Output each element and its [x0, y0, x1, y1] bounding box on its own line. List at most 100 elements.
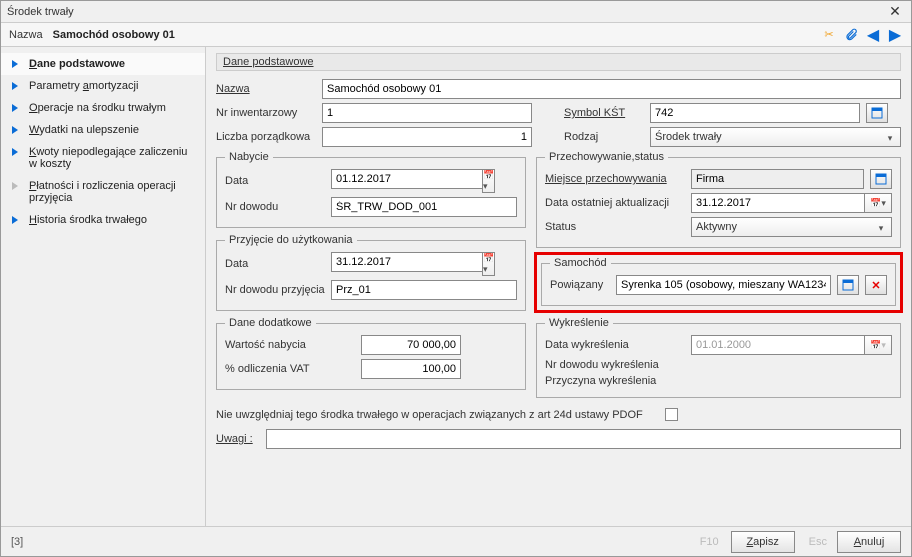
cancel-button[interactable]: Anuluj — [837, 531, 901, 553]
przyjecie-nrdow-input[interactable] — [331, 280, 517, 300]
sidebar-item-parametry-amortyzacji[interactable]: Parametry amortyzacji — [1, 75, 205, 97]
sidebar-item-label: Operacje na środku trwałym — [29, 102, 166, 114]
dataakt-input[interactable] — [691, 193, 864, 213]
rodzaj-dropdown[interactable]: Środek trwały ▾ — [650, 127, 901, 147]
exclude-label: Nie uwzględniaj tego środka trwałego w o… — [216, 409, 643, 421]
miejsce-lookup-button[interactable] — [870, 169, 892, 189]
wyk-przyczyna-label: Przyczyna wykreślenia — [545, 375, 685, 387]
body: Dane podstawowe Parametry amortyzacji Op… — [1, 47, 911, 526]
calendar-icon[interactable]: 📅▾ — [864, 193, 892, 213]
footer-left: [3] — [11, 536, 700, 548]
liczba-input[interactable] — [322, 127, 532, 147]
header-row: Nazwa Samochód osobowy 01 ✂ ◀ ▶ — [1, 23, 911, 47]
rodzaj-label: Rodzaj — [564, 131, 644, 143]
nrinw-label: Nr inwentarzowy — [216, 107, 316, 119]
wykreslenie-group: Wykreślenie Data wykreślenia 📅▾ Nr dowod… — [536, 317, 901, 398]
przyjecie-data-label: Data — [225, 258, 325, 270]
vat-label: % odliczenia VAT — [225, 363, 355, 375]
status-value: Aktywny — [696, 221, 737, 233]
nabycie-nrdow-label: Nr dowodu — [225, 201, 325, 213]
triangle-icon — [12, 148, 18, 156]
save-button[interactable]: Zapisz — [731, 531, 795, 553]
nrinw-input[interactable] — [322, 103, 532, 123]
footer: [3] F10 Zapisz Esc Anuluj — [1, 526, 911, 556]
triangle-icon — [12, 182, 18, 190]
chevron-down-icon: ▾ — [874, 221, 888, 235]
wartosc-input[interactable] — [361, 335, 461, 355]
close-icon[interactable]: ✕ — [885, 3, 905, 21]
samochod-highlight: Samochód Powiązany ✕ — [534, 252, 903, 313]
nabycie-group: Nabycie Data 📅▾ Nr dowodu — [216, 151, 526, 228]
sidebar-item-label: Kwoty niepodlegające zaliczeniu w koszty — [29, 146, 187, 170]
wartosc-label: Wartość nabycia — [225, 339, 355, 351]
symbol-input[interactable] — [650, 103, 860, 123]
wyk-data-label: Data wykreślenia — [545, 339, 685, 351]
calendar-icon: 📅▾ — [864, 335, 892, 355]
titlebar: Środek trwały ✕ — [1, 1, 911, 23]
header-value: Samochód osobowy 01 — [53, 29, 821, 41]
nabycie-data-input[interactable] — [331, 169, 482, 189]
liczba-label: Liczba porządkowa — [216, 131, 316, 143]
wyk-data-input — [691, 335, 864, 355]
wykreslenie-legend: Wykreślenie — [545, 317, 613, 329]
sidebar-item-wydatki[interactable]: Wydatki na ulepszenie — [1, 119, 205, 141]
sidebar-item-platnosci[interactable]: Płatności i rozliczenia operacji przyjęc… — [1, 175, 205, 209]
window: Środek trwały ✕ Nazwa Samochód osobowy 0… — [0, 0, 912, 557]
header-tools: ✂ ◀ ▶ — [821, 27, 903, 43]
exclude-checkbox[interactable] — [665, 408, 678, 421]
samochod-group: Samochód Powiązany ✕ — [541, 257, 896, 306]
sidebar-item-label: Parametry amortyzacji — [29, 80, 138, 92]
powiazany-lookup-button[interactable] — [837, 275, 859, 295]
next-record-icon[interactable]: ▶ — [887, 27, 903, 43]
uwagi-input[interactable] — [266, 429, 901, 449]
triangle-icon — [12, 216, 18, 224]
sidebar-item-operacje[interactable]: Operacje na środku trwałym — [1, 97, 205, 119]
powiazany-input[interactable] — [616, 275, 831, 295]
przechow-legend: Przechowywanie,status — [545, 151, 668, 163]
przyjecie-nrdow-label: Nr dowodu przyjęcia — [225, 284, 325, 296]
triangle-icon — [12, 82, 18, 90]
dodatkowe-group: Dane dodatkowe Wartość nabycia % odlicze… — [216, 317, 526, 390]
triangle-icon — [12, 126, 18, 134]
attachment-icon[interactable] — [843, 27, 859, 43]
prev-record-icon[interactable]: ◀ — [865, 27, 881, 43]
calendar-icon[interactable]: 📅▾ — [482, 169, 495, 193]
sidebar-item-historia[interactable]: Historia środka trwałego — [1, 209, 205, 231]
uwagi-label: Uwagi : — [216, 433, 260, 445]
triangle-icon — [12, 60, 18, 68]
sidebar-item-label: Płatności i rozliczenia operacji przyjęc… — [29, 180, 176, 204]
przechow-group: Przechowywanie,status Miejsce przechowyw… — [536, 151, 901, 248]
dataakt-label: Data ostatniej aktualizacji — [545, 197, 685, 209]
powiazany-clear-button[interactable]: ✕ — [865, 275, 887, 295]
sidebar-item-label: Historia środka trwałego — [29, 214, 147, 226]
chevron-down-icon: ▾ — [883, 131, 897, 145]
content: Dane podstawowe Nazwa Nr inwentarzowy Sy… — [206, 47, 911, 526]
nazwa-label: Nazwa — [216, 83, 316, 95]
status-label: Status — [545, 221, 685, 233]
sidebar-item-kwoty[interactable]: Kwoty niepodlegające zaliczeniu w koszty — [1, 141, 205, 175]
samochod-legend: Samochód — [550, 257, 611, 269]
wyk-nrdow-label: Nr dowodu wykreślenia — [545, 359, 685, 371]
miejsce-input[interactable] — [691, 169, 864, 189]
symbol-lookup-button[interactable] — [866, 103, 888, 123]
nabycie-nrdow-input[interactable] — [331, 197, 517, 217]
esc-hint: Esc — [809, 536, 827, 548]
vat-input[interactable] — [361, 359, 461, 379]
sidebar-item-dane-podstawowe[interactable]: Dane podstawowe — [1, 53, 205, 75]
calendar-icon[interactable]: 📅▾ — [482, 252, 495, 276]
przyjecie-data-input[interactable] — [331, 252, 482, 272]
dodatkowe-legend: Dane dodatkowe — [225, 317, 316, 329]
f10-hint: F10 — [700, 536, 719, 548]
status-dropdown[interactable]: Aktywny ▾ — [691, 217, 892, 237]
symbol-label: Symbol KŚT — [564, 107, 644, 119]
nabycie-legend: Nabycie — [225, 151, 273, 163]
rodzaj-value: Środek trwały — [655, 131, 722, 143]
sidebar-item-label: Dane podstawowe — [29, 58, 125, 70]
triangle-icon — [12, 104, 18, 112]
section-title: Dane podstawowe — [216, 53, 901, 71]
powiazany-label: Powiązany — [550, 279, 610, 291]
nazwa-input[interactable] — [322, 79, 901, 99]
nabycie-data-label: Data — [225, 175, 325, 187]
scissors-icon[interactable]: ✂ — [821, 27, 837, 43]
miejsce-label: Miejsce przechowywania — [545, 173, 685, 185]
